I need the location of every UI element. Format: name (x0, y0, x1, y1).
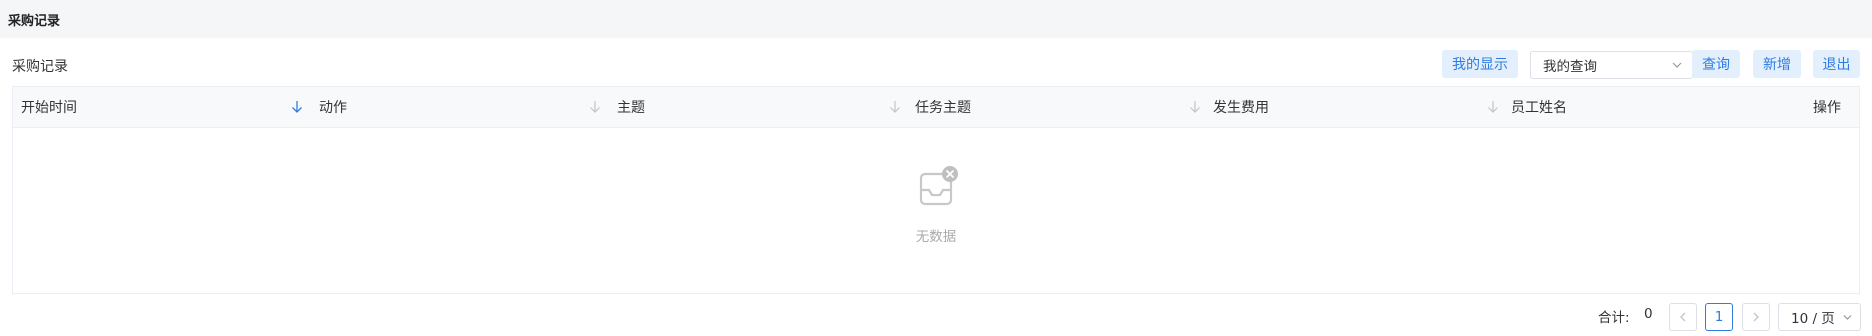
query-button[interactable]: 查询 (1692, 50, 1740, 78)
column-header-operations: 操作 (1813, 87, 1841, 127)
prev-page-button[interactable] (1669, 303, 1697, 331)
sort-arrow-down-icon[interactable] (291, 100, 303, 114)
empty-text: 无数据 (915, 229, 957, 245)
records-table: 开始时间 动作 主题 任务主题 发生费用 员工姓名 操作 (12, 86, 1860, 294)
toolbar: 采购记录 我的显示 我的查询 查询 新增 退出 (12, 50, 1860, 80)
column-label: 任务主题 (915, 100, 971, 116)
column-header-expense[interactable]: 发生费用 (1205, 87, 1503, 127)
sort-arrow-down-icon[interactable] (1487, 100, 1499, 114)
column-header-start-time[interactable]: 开始时间 (13, 87, 311, 127)
column-label: 操作 (1813, 100, 1841, 116)
column-label: 员工姓名 (1511, 100, 1567, 116)
page-title: 采购记录 (8, 13, 61, 29)
column-label: 主题 (617, 100, 645, 116)
page-size-select[interactable]: 10 / 页 (1778, 303, 1861, 331)
column-label: 发生费用 (1213, 100, 1269, 116)
table-header: 开始时间 动作 主题 任务主题 发生费用 员工姓名 操作 (13, 87, 1859, 128)
section-title: 采购记录 (12, 59, 68, 75)
sort-arrow-down-icon[interactable] (1189, 100, 1201, 114)
column-label: 开始时间 (21, 100, 77, 116)
chevron-right-icon (1753, 312, 1759, 322)
sort-arrow-down-icon[interactable] (589, 100, 601, 114)
no-data-icon (919, 166, 958, 206)
my-query-select-value: 我的查询 (1543, 59, 1597, 75)
chevron-down-icon (1843, 315, 1852, 320)
chevron-left-icon (1680, 312, 1686, 322)
page-number-current[interactable]: 1 (1705, 303, 1733, 331)
page-header: 采购记录 (0, 0, 1872, 38)
column-header-action[interactable]: 动作 (311, 87, 609, 127)
page-size-value: 10 / 页 (1791, 311, 1835, 327)
column-header-task-subject[interactable]: 任务主题 (907, 87, 1205, 127)
my-display-button[interactable]: 我的显示 (1442, 50, 1518, 78)
column-header-employee-name[interactable]: 员工姓名 (1503, 87, 1703, 127)
next-page-button[interactable] (1742, 303, 1770, 331)
my-query-select[interactable]: 我的查询 (1530, 51, 1693, 79)
add-button[interactable]: 新增 (1753, 50, 1801, 78)
exit-button[interactable]: 退出 (1813, 50, 1860, 78)
chevron-down-icon (1672, 62, 1682, 68)
column-header-subject[interactable]: 主题 (609, 87, 907, 127)
empty-state (13, 128, 1859, 294)
total-label: 合计: (1598, 310, 1630, 326)
sort-arrow-down-icon[interactable] (889, 100, 901, 114)
total-count: 0 (1644, 306, 1653, 322)
column-label: 动作 (319, 100, 347, 116)
